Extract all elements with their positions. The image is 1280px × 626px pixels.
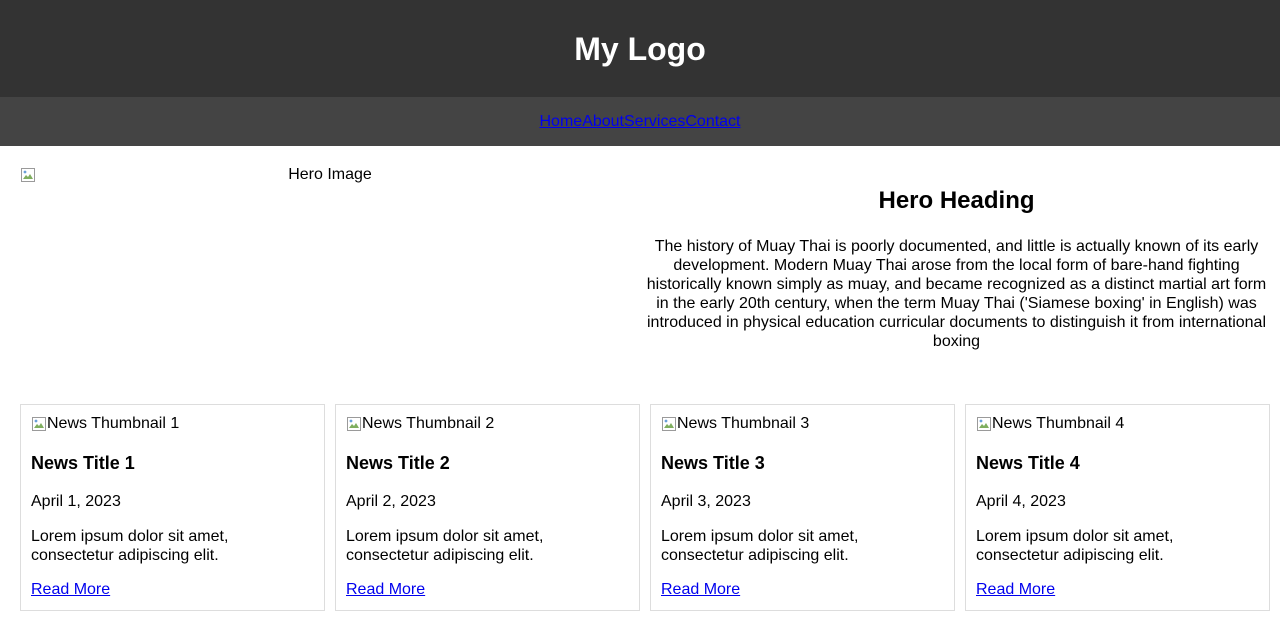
- read-more-link[interactable]: Read More: [346, 580, 425, 599]
- news-date: April 4, 2023: [976, 493, 1066, 510]
- news-card: News Thumbnail 1 News Title 1 April 1, 2…: [20, 404, 325, 611]
- nav-link-contact[interactable]: Contact: [685, 113, 740, 131]
- news-thumbnail: News Thumbnail 1: [31, 415, 314, 433]
- news-card: News Thumbnail 3 News Title 3 April 3, 2…: [650, 404, 955, 611]
- news-section: News Thumbnail 1 News Title 1 April 1, 2…: [0, 404, 1280, 611]
- news-date: April 1, 2023: [31, 493, 121, 510]
- read-more-link[interactable]: Read More: [31, 580, 110, 599]
- broken-image-icon: [32, 417, 46, 431]
- hero-paragraph: The history of Muay Thai is poorly docum…: [646, 238, 1267, 350]
- broken-image-icon: [662, 417, 676, 431]
- news-date: April 3, 2023: [661, 493, 751, 510]
- site-logo[interactable]: My Logo: [574, 33, 706, 65]
- nav-link-home[interactable]: Home: [540, 113, 583, 131]
- news-description: Lorem ipsum dolor sit amet, consectetur …: [31, 528, 229, 564]
- news-thumbnail-alt-text: News Thumbnail 2: [362, 415, 495, 432]
- news-thumbnail-alt-text: News Thumbnail 3: [677, 415, 810, 432]
- nav-link-about[interactable]: About: [582, 113, 624, 131]
- hero-image: Hero Image: [20, 166, 640, 404]
- news-description: Lorem ipsum dolor sit amet, consectetur …: [976, 528, 1174, 564]
- broken-image-icon: [977, 417, 991, 431]
- news-title: News Title 2: [346, 453, 450, 473]
- hero-text-block: Hero Heading The history of Muay Thai is…: [640, 166, 1270, 404]
- news-thumbnail-alt-text: News Thumbnail 1: [47, 415, 180, 432]
- hero-image-alt-text: Hero Image: [288, 166, 372, 183]
- news-description: Lorem ipsum dolor sit amet, consectetur …: [346, 528, 544, 564]
- news-thumbnail: News Thumbnail 4: [976, 415, 1259, 433]
- news-title: News Title 1: [31, 453, 135, 473]
- hero-heading: Hero Heading: [878, 187, 1035, 214]
- news-card: News Thumbnail 2 News Title 2 April 2, 2…: [335, 404, 640, 611]
- hero-section: Hero Image Hero Heading The history of M…: [0, 146, 1280, 404]
- news-thumbnail: News Thumbnail 2: [346, 415, 629, 433]
- news-card: News Thumbnail 4 News Title 4 April 4, 2…: [965, 404, 1270, 611]
- read-more-link[interactable]: Read More: [976, 580, 1055, 599]
- main-nav: Home About Services Contact: [0, 97, 1280, 146]
- news-description: Lorem ipsum dolor sit amet, consectetur …: [661, 528, 859, 564]
- news-title: News Title 4: [976, 453, 1080, 473]
- news-thumbnail: News Thumbnail 3: [661, 415, 944, 433]
- site-header: My Logo: [0, 0, 1280, 97]
- read-more-link[interactable]: Read More: [661, 580, 740, 599]
- broken-image-icon: [347, 417, 361, 431]
- nav-link-services[interactable]: Services: [624, 113, 685, 131]
- news-thumbnail-alt-text: News Thumbnail 4: [992, 415, 1125, 432]
- broken-image-icon: [21, 168, 35, 182]
- news-date: April 2, 2023: [346, 493, 436, 510]
- news-title: News Title 3: [661, 453, 765, 473]
